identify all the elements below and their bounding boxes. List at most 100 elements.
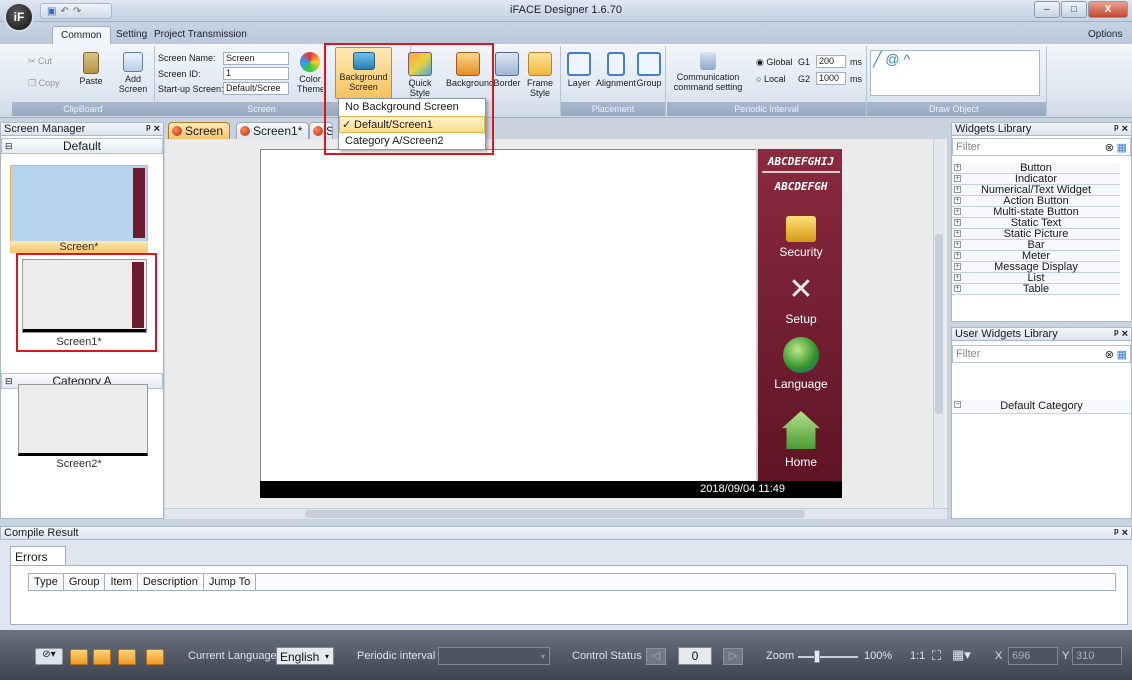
control-status-field[interactable]: 0 bbox=[678, 647, 712, 665]
screen-thumbnail[interactable] bbox=[10, 165, 148, 243]
user-widgets-filter-input[interactable]: Filter ⊗ ▦ bbox=[952, 345, 1131, 363]
screen-list-icon[interactable] bbox=[70, 649, 88, 665]
vertical-scrollbar[interactable] bbox=[933, 139, 944, 508]
fit-icon[interactable]: ⛶ bbox=[932, 648, 941, 664]
tools-icon[interactable]: ✕ bbox=[786, 275, 816, 307]
language-select[interactable]: English ▾ bbox=[276, 647, 334, 665]
g2-field[interactable]: 1000 bbox=[816, 72, 846, 85]
view-mode-icon[interactable]: ▦ bbox=[1117, 348, 1127, 361]
cut-button[interactable]: ✂ Cut bbox=[28, 56, 52, 67]
errors-column-header[interactable]: Jump To bbox=[204, 574, 257, 590]
expand-icon[interactable]: + bbox=[954, 241, 961, 248]
screen-name-field[interactable]: Screen bbox=[223, 52, 289, 65]
prev-icon[interactable]: ◁ bbox=[646, 648, 666, 665]
pin-close-icon[interactable]: ᵖ × bbox=[1114, 527, 1128, 539]
expand-icon[interactable]: + bbox=[954, 186, 961, 193]
screen-id-field[interactable]: 1 bbox=[223, 67, 289, 80]
tab-common[interactable]: Common bbox=[52, 26, 111, 44]
frame-style-button[interactable]: Frame Style bbox=[525, 52, 555, 98]
draw-object-gallery[interactable]: ╱ @ ^ bbox=[870, 50, 1040, 96]
app-logo[interactable]: iF bbox=[4, 2, 34, 32]
expand-icon[interactable]: + bbox=[954, 230, 961, 237]
expand-icon[interactable]: + bbox=[954, 285, 961, 292]
global-radio[interactable]: ◉ Global bbox=[756, 57, 792, 68]
scrollbar-thumb[interactable] bbox=[935, 234, 943, 414]
home-label[interactable]: Home bbox=[758, 455, 844, 469]
maximize-button[interactable]: □ bbox=[1061, 1, 1087, 18]
expand-icon[interactable]: + bbox=[954, 164, 961, 171]
line-icon[interactable]: ╱ bbox=[873, 51, 881, 67]
pin-close-icon[interactable]: ᵖ × bbox=[146, 123, 160, 135]
periodic-interval-select[interactable]: ▾ bbox=[438, 647, 550, 665]
expand-icon[interactable]: + bbox=[954, 175, 961, 182]
pin-close-icon[interactable]: ᵖ × bbox=[1114, 123, 1128, 135]
folder-icon[interactable] bbox=[146, 649, 164, 665]
home-icon[interactable] bbox=[782, 411, 820, 449]
expand-icon[interactable]: + bbox=[954, 274, 961, 281]
zoom-slider[interactable] bbox=[798, 656, 858, 658]
group-button[interactable]: Group bbox=[636, 52, 662, 88]
errors-column-header[interactable]: Type bbox=[29, 574, 64, 590]
tag-icon[interactable]: ⊘▾ bbox=[35, 648, 63, 665]
clear-filter-icon[interactable]: ⊗ bbox=[1105, 141, 1114, 154]
collapse-icon[interactable]: ⊟ bbox=[5, 374, 13, 389]
category-header-default[interactable]: ⊟ Default bbox=[1, 138, 163, 154]
view-mode-icon[interactable]: ▦ bbox=[1117, 141, 1127, 154]
pin-close-icon[interactable]: ᵖ × bbox=[1114, 328, 1128, 340]
collapse-icon[interactable]: ⊟ bbox=[5, 139, 13, 154]
language-label[interactable]: Language bbox=[758, 377, 844, 391]
alignment-button[interactable]: Alignment bbox=[594, 52, 638, 88]
clear-filter-icon[interactable]: ⊗ bbox=[1105, 348, 1114, 361]
color-theme-button[interactable]: Color Theme bbox=[297, 52, 323, 94]
doc-tab-screen1[interactable]: Screen1* bbox=[236, 122, 310, 139]
grid-icon[interactable]: ▦▾ bbox=[952, 647, 974, 665]
globe-icon[interactable] bbox=[783, 337, 819, 373]
errors-column-header[interactable]: Group bbox=[64, 574, 106, 590]
zoom-value: 100% bbox=[864, 650, 893, 662]
border-button[interactable]: Border bbox=[492, 52, 522, 88]
zoom-slider-thumb[interactable] bbox=[814, 650, 820, 663]
y-coordinate-field[interactable]: 310 bbox=[1072, 647, 1122, 665]
communication-command-button[interactable]: Communication command setting bbox=[672, 52, 744, 92]
add-screen-button[interactable]: Add Screen bbox=[114, 52, 152, 94]
expand-icon[interactable]: + bbox=[954, 208, 961, 215]
polyline-icon[interactable]: ^ bbox=[903, 51, 910, 67]
notes-icon[interactable] bbox=[118, 649, 136, 665]
close-button[interactable]: X bbox=[1088, 1, 1128, 18]
copy-button[interactable]: ❐ Copy bbox=[28, 78, 60, 89]
widgets-filter-input[interactable]: Filter ⊗ ▦ bbox=[952, 138, 1131, 156]
user-widget-category[interactable]: − Default Category bbox=[952, 400, 1131, 414]
scrollbar-thumb[interactable] bbox=[305, 510, 805, 518]
expand-icon[interactable]: + bbox=[954, 252, 961, 259]
startup-screen-select[interactable]: Default/Scree bbox=[223, 82, 289, 95]
horizontal-scrollbar[interactable] bbox=[165, 508, 947, 519]
tab-errors[interactable]: Errors bbox=[10, 546, 66, 566]
paste-button[interactable]: Paste bbox=[76, 52, 106, 86]
expand-icon[interactable]: + bbox=[954, 197, 961, 204]
screen-canvas[interactable] bbox=[260, 149, 842, 498]
expand-icon[interactable]: + bbox=[954, 219, 961, 226]
options-menu[interactable]: Options bbox=[1088, 26, 1122, 44]
errors-column-header[interactable]: Item bbox=[105, 574, 138, 590]
expand-icon[interactable]: + bbox=[954, 263, 961, 270]
next-icon[interactable]: ▷ bbox=[723, 648, 743, 665]
minimize-button[interactable]: – bbox=[1034, 1, 1060, 18]
lock-icon[interactable] bbox=[786, 216, 816, 242]
spiral-icon[interactable]: @ bbox=[885, 51, 899, 67]
security-label[interactable]: Security bbox=[758, 245, 844, 259]
ratio-label[interactable]: 1:1 bbox=[910, 650, 925, 662]
screen2-thumbnail[interactable] bbox=[18, 384, 148, 456]
widget-category-item[interactable]: + Table bbox=[952, 284, 1120, 295]
lcd-text-2[interactable]: ABCDEFGH bbox=[758, 180, 844, 193]
warning-icon[interactable] bbox=[93, 649, 111, 665]
doc-tab-screen[interactable]: Screen bbox=[168, 122, 231, 139]
setup-label[interactable]: Setup bbox=[758, 312, 844, 326]
collapse-icon[interactable]: − bbox=[954, 401, 961, 408]
layer-button[interactable]: Layer bbox=[565, 52, 593, 88]
errors-column-header[interactable]: Description bbox=[138, 574, 204, 590]
x-coordinate-field[interactable]: 696 bbox=[1008, 647, 1058, 665]
local-radio[interactable]: ○ Local bbox=[756, 74, 785, 84]
tab-project-transmission[interactable]: Project Transmission bbox=[146, 26, 255, 44]
g1-field[interactable]: 200 bbox=[816, 55, 846, 68]
lcd-text-1[interactable]: ABCDEFGHIJ bbox=[758, 155, 844, 168]
